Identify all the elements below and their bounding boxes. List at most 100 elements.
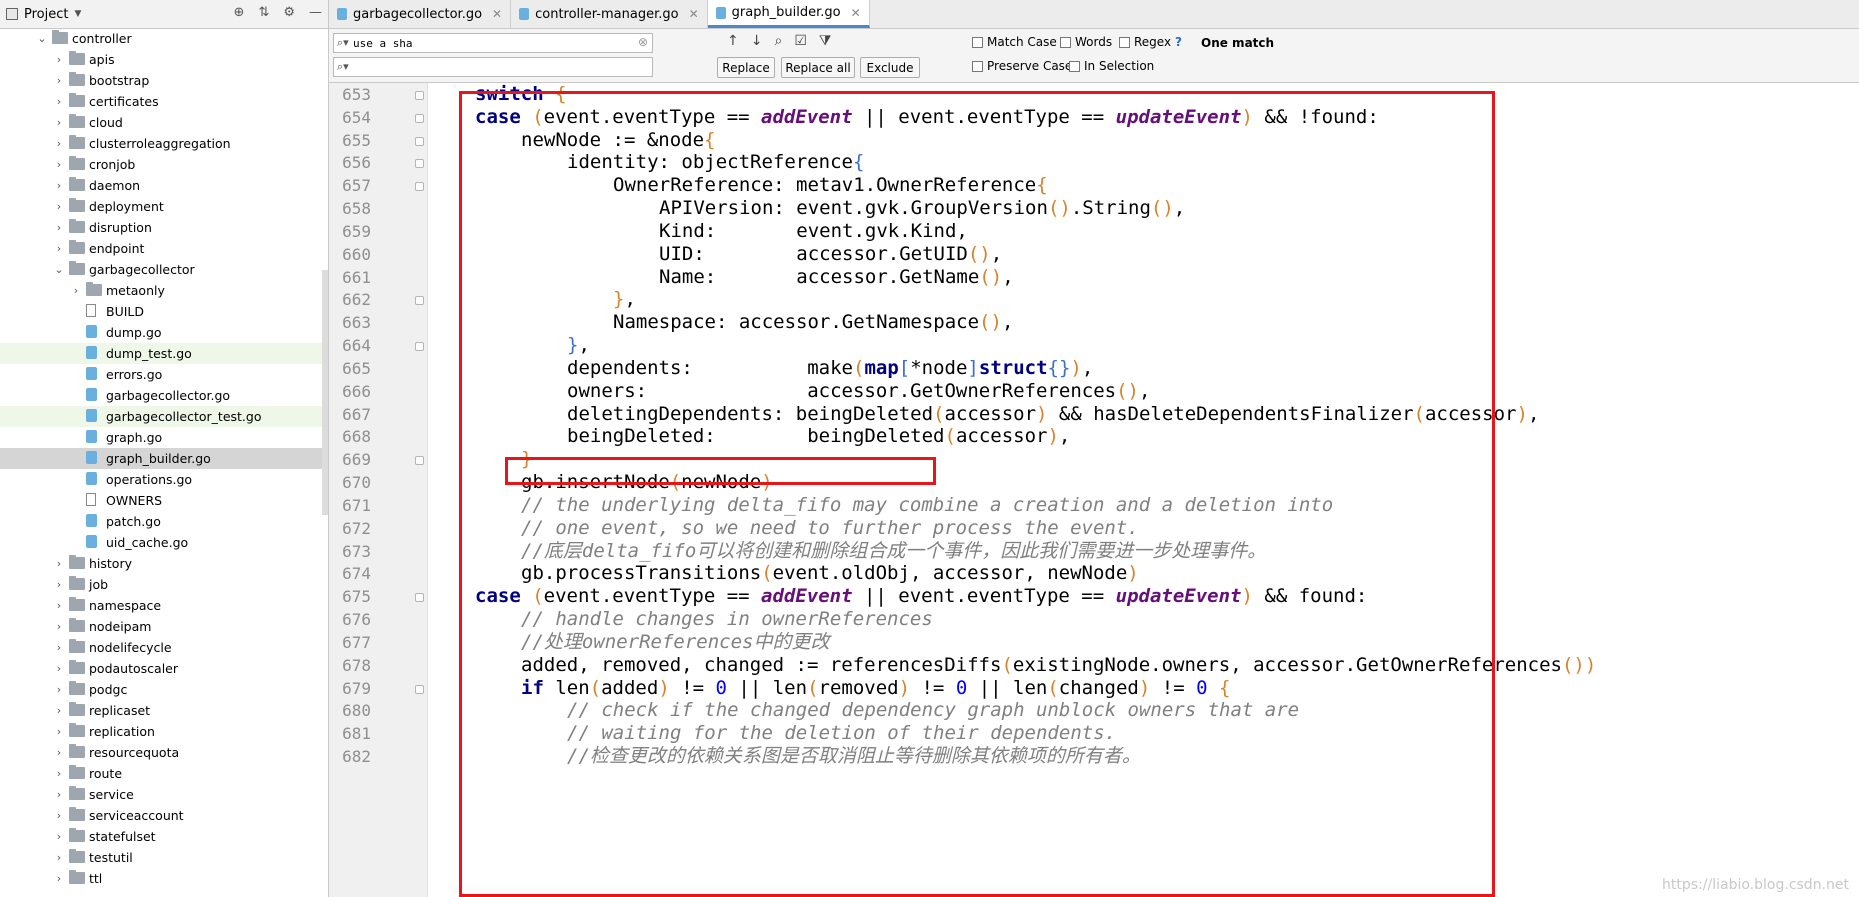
tree-item[interactable]: › replication: [0, 721, 328, 742]
tree-item[interactable]: › nodelifecycle: [0, 637, 328, 658]
close-icon[interactable]: ✕: [851, 6, 861, 20]
scroll-from-source-icon[interactable]: ⊕: [234, 5, 245, 20]
tree-item[interactable]: OWNERS: [0, 490, 328, 511]
project-scrollbar[interactable]: [322, 270, 328, 515]
close-icon[interactable]: ✕: [689, 7, 699, 21]
clear-search-icon[interactable]: ⊗: [638, 35, 648, 49]
regex-checkbox[interactable]: Regex: [1119, 35, 1171, 49]
tree-item[interactable]: garbagecollector_test.go: [0, 406, 328, 427]
tree-item[interactable]: › nodeipam: [0, 616, 328, 637]
tree-item[interactable]: dump_test.go: [0, 343, 328, 364]
select-all-occurrences-icon[interactable]: ☑: [794, 33, 807, 49]
chevron-down-icon[interactable]: ⌄: [53, 263, 65, 276]
tree-item[interactable]: › service: [0, 784, 328, 805]
chevron-right-icon[interactable]: ›: [53, 137, 65, 150]
close-icon[interactable]: ✕: [492, 7, 502, 21]
tree-item[interactable]: › cronjob: [0, 154, 328, 175]
chevron-right-icon[interactable]: ›: [70, 284, 82, 297]
words-checkbox[interactable]: Words: [1060, 35, 1112, 49]
tree-item[interactable]: › route: [0, 763, 328, 784]
tree-item[interactable]: › job: [0, 574, 328, 595]
replace-button[interactable]: Replace: [717, 57, 775, 78]
chevron-right-icon[interactable]: ›: [53, 767, 65, 780]
filter-icon[interactable]: ⧩: [819, 33, 832, 49]
tree-item[interactable]: › bootstrap: [0, 70, 328, 91]
chevron-right-icon[interactable]: ›: [53, 641, 65, 654]
tree-item[interactable]: graph_builder.go: [0, 448, 328, 469]
editor-tab[interactable]: controller-manager.go ✕: [511, 0, 708, 28]
tree-item[interactable]: › clusterroleaggregation: [0, 133, 328, 154]
tree-item[interactable]: ⌄ controller: [0, 28, 328, 49]
hide-panel-icon[interactable]: —: [309, 5, 322, 20]
tree-item[interactable]: garbagecollector.go: [0, 385, 328, 406]
chevron-right-icon[interactable]: ›: [53, 242, 65, 255]
fold-marker-icon[interactable]: [415, 136, 424, 146]
tree-item[interactable]: › podautoscaler: [0, 658, 328, 679]
chevron-right-icon[interactable]: ›: [53, 578, 65, 591]
project-view-selector[interactable]: Project ▼: [6, 7, 81, 22]
tree-item[interactable]: › resourcequota: [0, 742, 328, 763]
chevron-right-icon[interactable]: ›: [53, 557, 65, 570]
chevron-down-icon[interactable]: ⌄: [36, 32, 48, 45]
find-all-icon[interactable]: ⌕: [774, 33, 782, 49]
replace-field[interactable]: ⌕▾: [333, 57, 653, 77]
tree-item[interactable]: › replicaset: [0, 700, 328, 721]
tree-item[interactable]: › history: [0, 553, 328, 574]
fold-marker-icon[interactable]: [415, 456, 424, 466]
tree-item[interactable]: › certificates: [0, 91, 328, 112]
tree-item[interactable]: › endpoint: [0, 238, 328, 259]
tree-item[interactable]: graph.go: [0, 427, 328, 448]
code-editor[interactable]: 653 654 655 656 657 658 659 660 661 662 663 664 665 6…: [329, 83, 1859, 897]
fold-marker-icon[interactable]: [415, 593, 424, 603]
tree-item[interactable]: operations.go: [0, 469, 328, 490]
tree-item[interactable]: dump.go: [0, 322, 328, 343]
chevron-right-icon[interactable]: ›: [53, 53, 65, 66]
next-occurrence-icon[interactable]: ↓: [751, 33, 763, 49]
tree-item[interactable]: › statefulset: [0, 826, 328, 847]
chevron-right-icon[interactable]: ›: [53, 116, 65, 129]
tree-item[interactable]: ⌄ garbagecollector: [0, 259, 328, 280]
fold-marker-icon[interactable]: [415, 296, 424, 306]
in-selection-checkbox[interactable]: In Selection: [1069, 59, 1154, 73]
chevron-right-icon[interactable]: ›: [53, 851, 65, 864]
tree-item[interactable]: › ttl: [0, 868, 328, 889]
fold-marker-icon[interactable]: [415, 159, 424, 169]
tree-item[interactable]: › podgc: [0, 679, 328, 700]
tree-item[interactable]: › deployment: [0, 196, 328, 217]
tree-item[interactable]: › metaonly: [0, 280, 328, 301]
editor-tab[interactable]: garbagecollector.go ✕: [329, 0, 512, 28]
preserve-case-checkbox[interactable]: Preserve Case: [972, 59, 1072, 73]
chevron-right-icon[interactable]: ›: [53, 200, 65, 213]
chevron-right-icon[interactable]: ›: [53, 788, 65, 801]
tree-item[interactable]: › serviceaccount: [0, 805, 328, 826]
chevron-right-icon[interactable]: ›: [53, 662, 65, 675]
previous-occurrence-icon[interactable]: ↑: [727, 33, 739, 49]
chevron-right-icon[interactable]: ›: [53, 809, 65, 822]
fold-marker-icon[interactable]: [415, 684, 424, 694]
match-case-checkbox[interactable]: Match Case: [972, 35, 1057, 49]
editor-tab[interactable]: graph_builder.go ✕: [707, 0, 870, 28]
regex-help-link[interactable]: ?: [1175, 35, 1182, 49]
tree-item[interactable]: › namespace: [0, 595, 328, 616]
search-field[interactable]: ⌕▾ ⊗: [333, 33, 653, 53]
chevron-right-icon[interactable]: ›: [53, 221, 65, 234]
chevron-right-icon[interactable]: ›: [53, 620, 65, 633]
chevron-right-icon[interactable]: ›: [53, 179, 65, 192]
tree-item[interactable]: errors.go: [0, 364, 328, 385]
tree-item[interactable]: › cloud: [0, 112, 328, 133]
chevron-right-icon[interactable]: ›: [53, 830, 65, 843]
tree-item[interactable]: patch.go: [0, 511, 328, 532]
fold-marker-icon[interactable]: [415, 182, 424, 192]
chevron-right-icon[interactable]: ›: [53, 599, 65, 612]
tree-item[interactable]: › apis: [0, 49, 328, 70]
fold-marker-icon[interactable]: [415, 91, 424, 100]
chevron-right-icon[interactable]: ›: [53, 746, 65, 759]
tree-item[interactable]: › daemon: [0, 175, 328, 196]
chevron-right-icon[interactable]: ›: [53, 872, 65, 885]
tree-item[interactable]: › testutil: [0, 847, 328, 868]
fold-marker-icon[interactable]: [415, 342, 424, 352]
chevron-right-icon[interactable]: ›: [53, 683, 65, 696]
search-input[interactable]: [352, 36, 652, 50]
gear-icon[interactable]: ⚙: [283, 5, 295, 20]
chevron-right-icon[interactable]: ›: [53, 74, 65, 87]
